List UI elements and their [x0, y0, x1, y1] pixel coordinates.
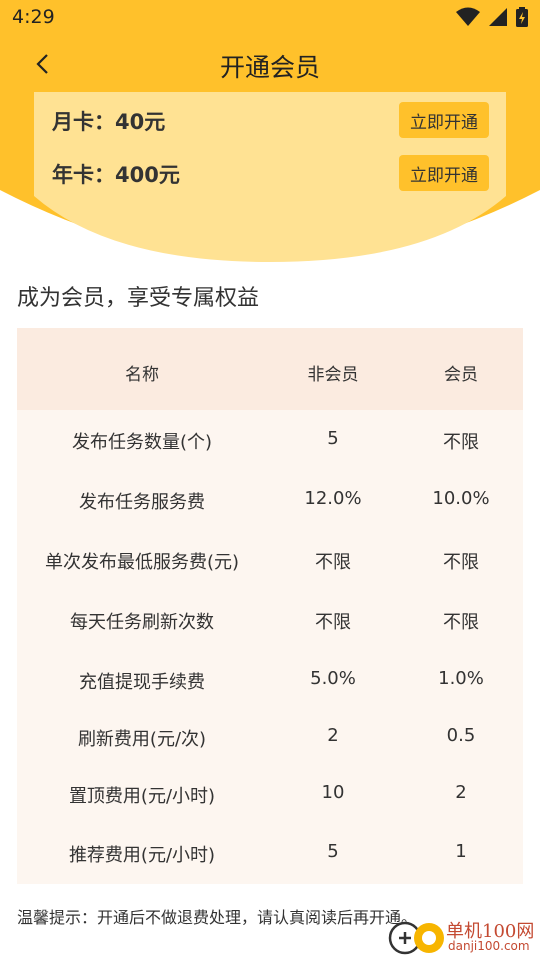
- open-monthly-button[interactable]: 立即开通: [399, 102, 489, 138]
- table-row: 刷新费用(元/次) 2 0.5: [17, 725, 523, 765]
- row-non-member-value: 不限: [315, 552, 351, 573]
- row-name: 刷新费用(元/次): [77, 729, 207, 750]
- row-member-value: 1: [455, 841, 467, 862]
- table-row: 置顶费用(元/小时) 10 2: [17, 782, 523, 822]
- column-header-member: 会员: [444, 365, 478, 385]
- page-title: 开通会员: [219, 53, 320, 82]
- row-name: 置顶费用(元/小时): [68, 786, 216, 807]
- status-time: 4:29: [12, 6, 55, 28]
- row-member-value: 不限: [443, 552, 479, 573]
- row-name: 单次发布最低服务费(元): [44, 552, 240, 573]
- plan-monthly: 月卡：40元 立即开通: [34, 100, 506, 146]
- row-non-member-value: 5: [327, 841, 339, 862]
- table-row: 每天任务刷新次数 不限 不限: [17, 608, 523, 648]
- wifi-icon: [456, 7, 480, 26]
- table-row: 单次发布最低服务费(元) 不限 不限: [17, 548, 523, 588]
- battery-charging-icon: [516, 7, 528, 27]
- plan-yearly-label: 年卡：400元: [52, 163, 180, 187]
- row-non-member-value: 5.0%: [310, 668, 356, 689]
- row-name: 每天任务刷新次数: [70, 612, 214, 633]
- watermark-subtitle: danji100.com: [448, 939, 530, 953]
- benefits-table: 名称 非会员 会员 发布任务数量(个) 5 不限 发布任务服务费 12.0% 1…: [17, 328, 523, 884]
- refund-tip: 温馨提示：开通后不做退费处理，请认真阅读后再开通。: [17, 908, 418, 927]
- column-header-name: 名称: [125, 365, 159, 385]
- table-header: 名称 非会员 会员: [17, 328, 523, 410]
- row-member-value: 0.5: [446, 725, 476, 746]
- benefits-title: 成为会员，享受专属权益: [17, 286, 260, 311]
- row-non-member-value: 2: [327, 725, 339, 746]
- row-name: 发布任务服务费: [79, 492, 205, 513]
- row-name: 充值提现手续费: [79, 672, 205, 693]
- row-name: 推荐费用(元/小时): [68, 845, 216, 866]
- status-icons: [456, 7, 528, 27]
- watermark: 单机100网 danji100.com: [388, 915, 540, 959]
- row-non-member-value: 不限: [315, 612, 351, 633]
- row-non-member-value: 10: [321, 782, 345, 803]
- signal-icon: [489, 8, 507, 26]
- table-row: 充值提现手续费 5.0% 1.0%: [17, 668, 523, 708]
- row-member-value: 不限: [443, 432, 479, 453]
- table-row: 推荐费用(元/小时) 5 1: [17, 841, 523, 881]
- watermark-logo-icon: [388, 921, 444, 955]
- row-non-member-value: 5: [327, 428, 339, 449]
- column-header-non-member: 非会员: [307, 365, 359, 385]
- status-bar: 4:29: [0, 0, 540, 36]
- table-row: 发布任务服务费 12.0% 10.0%: [17, 488, 523, 528]
- table-row: 发布任务数量(个) 5 不限: [17, 428, 523, 468]
- plan-monthly-label: 月卡：40元: [52, 110, 166, 134]
- row-member-value: 10.0%: [432, 488, 490, 509]
- row-non-member-value: 12.0%: [304, 488, 362, 509]
- row-name: 发布任务数量(个): [71, 432, 213, 453]
- membership-plans-card: 月卡：40元 立即开通 年卡：400元 立即开通: [34, 92, 506, 199]
- row-member-value: 2: [455, 782, 467, 803]
- title-bar: 开通会员: [0, 40, 540, 88]
- row-member-value: 1.0%: [438, 668, 484, 689]
- plan-yearly: 年卡：400元 立即开通: [34, 153, 506, 199]
- open-yearly-button[interactable]: 立即开通: [399, 155, 489, 191]
- row-member-value: 不限: [443, 612, 479, 633]
